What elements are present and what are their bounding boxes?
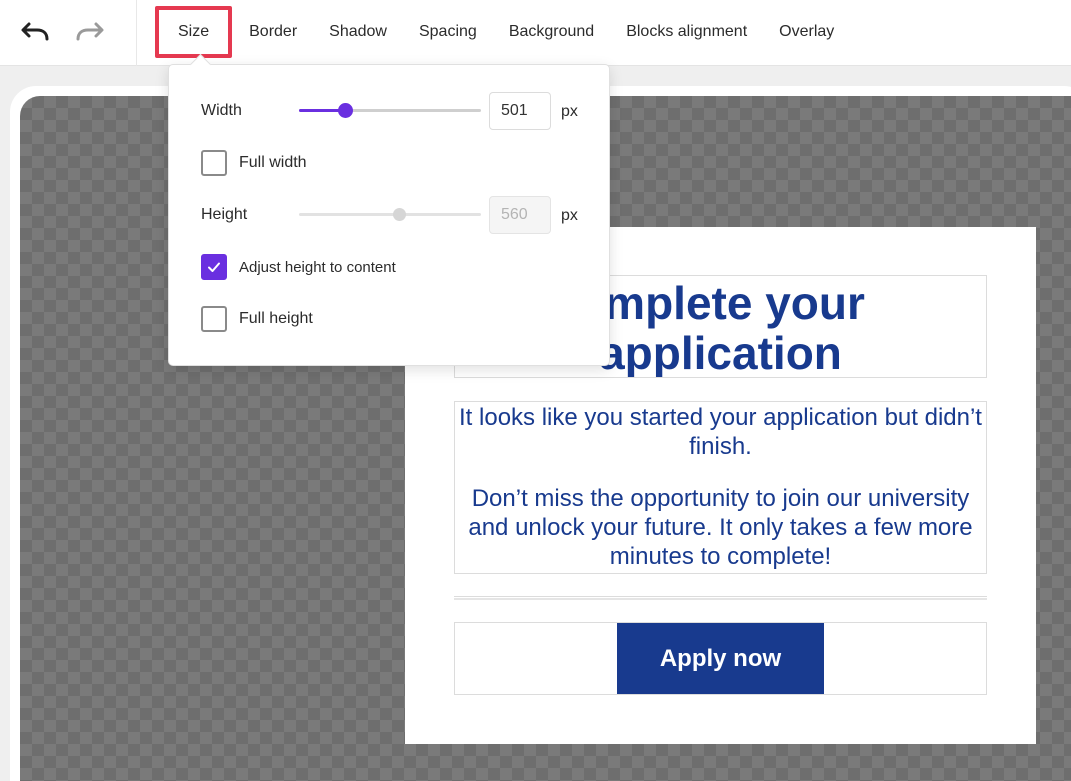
width-slider[interactable] bbox=[299, 103, 481, 118]
checkmark-icon bbox=[208, 262, 220, 272]
undo-icon[interactable] bbox=[19, 18, 51, 44]
width-label: Width bbox=[201, 102, 242, 119]
adjust-height-label: Adjust height to content bbox=[239, 258, 396, 276]
width-slider-thumb[interactable] bbox=[337, 103, 353, 118]
height-unit: px bbox=[561, 207, 578, 224]
size-settings-popover: Width 501 px Full width Height 560 px Ad… bbox=[168, 64, 610, 366]
apply-now-button[interactable]: Apply now bbox=[617, 623, 824, 694]
tab-blocks-alignment[interactable]: Blocks alignment bbox=[611, 6, 762, 58]
tab-spacing[interactable]: Spacing bbox=[404, 6, 492, 58]
body-paragraph-1: It looks like you started your applicati… bbox=[459, 404, 982, 460]
full-height-label: Full height bbox=[239, 310, 313, 327]
height-label: Height bbox=[201, 206, 248, 223]
height-input[interactable]: 560 bbox=[489, 196, 551, 234]
tab-border[interactable]: Border bbox=[234, 6, 312, 58]
width-row: Width bbox=[201, 92, 242, 130]
history-controls bbox=[0, 0, 137, 66]
divider-block[interactable] bbox=[454, 596, 987, 600]
editor-toolbar: Size Border Shadow Spacing Background Bl… bbox=[0, 0, 1071, 66]
full-height-row: Full height bbox=[201, 306, 313, 332]
height-row: Height bbox=[201, 196, 247, 234]
body-text-block[interactable]: It looks like you started your applicati… bbox=[454, 401, 987, 574]
tab-size[interactable]: Size bbox=[155, 6, 233, 58]
style-tabs: Size Border Shadow Spacing Background Bl… bbox=[155, 6, 849, 58]
width-unit: px bbox=[561, 103, 578, 120]
tab-background[interactable]: Background bbox=[494, 6, 609, 58]
height-slider[interactable] bbox=[299, 208, 481, 221]
width-input[interactable]: 501 bbox=[489, 92, 551, 130]
adjust-height-row: Adjust height to content bbox=[201, 254, 396, 280]
tab-shadow[interactable]: Shadow bbox=[314, 6, 402, 58]
height-slider-thumb[interactable] bbox=[393, 208, 407, 221]
body-paragraph-2: Don’t miss the opportunity to join our u… bbox=[468, 485, 973, 570]
button-block[interactable]: Apply now bbox=[454, 622, 987, 695]
tab-overlay[interactable]: Overlay bbox=[764, 6, 849, 58]
redo-icon[interactable] bbox=[74, 18, 106, 44]
full-width-row: Full width bbox=[201, 150, 307, 176]
full-height-checkbox[interactable] bbox=[201, 306, 227, 332]
full-width-label: Full width bbox=[239, 154, 307, 171]
adjust-height-checkbox[interactable] bbox=[201, 254, 227, 280]
full-width-checkbox[interactable] bbox=[201, 150, 227, 176]
